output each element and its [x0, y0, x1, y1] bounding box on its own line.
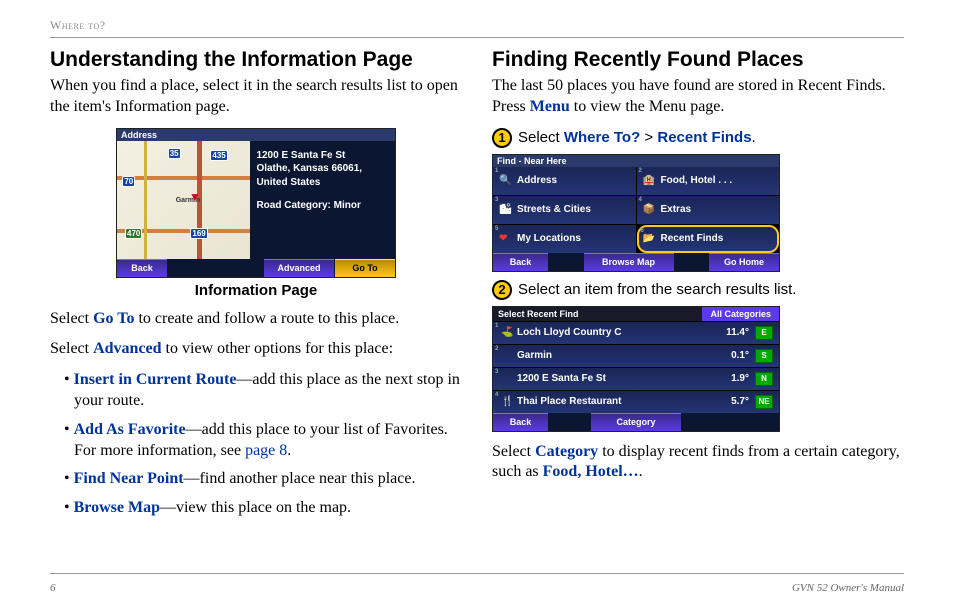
advanced-ref: Advanced: [93, 340, 161, 357]
list-item: Add As Favorite—add this place to your l…: [64, 420, 462, 462]
device-title-bar: Address: [117, 129, 395, 141]
category-paragraph: Select Category to display recent finds …: [492, 442, 904, 484]
right-column: Finding Recently Found Places The last 5…: [492, 48, 904, 527]
menu-extras[interactable]: 4📦Extras: [637, 196, 780, 224]
page-footer: 6 GVN 52 Owner's Manual: [50, 582, 904, 594]
list-item[interactable]: 1⛳Loch Lloyd Country C11.4°E: [493, 321, 779, 344]
address-line: 1200 E Santa Fe St: [256, 149, 389, 163]
magnifier-icon: 🔍: [499, 175, 513, 187]
map-preview: 70 435 169 470 35 Garmin ▼: [117, 141, 250, 259]
go-home-button[interactable]: Go Home: [709, 253, 779, 271]
address-detail-pane: 1200 E Santa Fe St Olathe, Kansas 66061,…: [250, 141, 395, 259]
category-button[interactable]: Category: [591, 413, 681, 431]
back-button[interactable]: Back: [117, 259, 167, 277]
list-item: Insert in Current Route—add this place a…: [64, 370, 462, 412]
goto-button[interactable]: Go To: [335, 259, 395, 277]
footer-rule: [50, 573, 904, 574]
city-icon: 🏙: [499, 204, 513, 216]
menu-address[interactable]: 1🔍Address: [493, 167, 636, 195]
all-categories-button[interactable]: All Categories: [702, 307, 779, 321]
menu-my-locations[interactable]: 5❤My Locations: [493, 225, 636, 253]
flag-icon: ⛳: [501, 327, 513, 338]
page-link[interactable]: page 8: [245, 442, 287, 459]
left-heading: Understanding the Information Page: [50, 48, 462, 72]
shield-icon: 470: [125, 228, 142, 239]
list-item[interactable]: 4🍴Thai Place Restaurant5.7°NE: [493, 390, 779, 413]
advanced-button[interactable]: Advanced: [264, 259, 334, 277]
manual-title: GVN 52 Owner's Manual: [792, 582, 904, 594]
road-category: Road Category: Minor: [256, 199, 389, 213]
shield-icon: 435: [210, 150, 227, 161]
extras-icon: 📦: [643, 204, 657, 216]
browse-map-button[interactable]: Browse Map: [584, 253, 674, 271]
left-column: Understanding the Information Page When …: [50, 48, 462, 527]
fork-icon: 🍴: [501, 396, 513, 407]
goto-ref: Go To: [93, 310, 134, 327]
menu-food-hotel[interactable]: 2🏨Food, Hotel . . .: [637, 167, 780, 195]
list-item[interactable]: 2Garmin0.1°S: [493, 344, 779, 367]
direction-icon: E: [755, 326, 773, 340]
recent-finds-screenshot: Select Recent Find All Categories 1⛳Loch…: [492, 306, 780, 432]
device-title-bar: Find - Near Here: [493, 155, 779, 167]
map-pin-icon: ▼: [189, 190, 201, 204]
options-list: Insert in Current Route—add this place a…: [50, 370, 462, 519]
direction-icon: N: [755, 372, 773, 386]
advanced-paragraph: Select Advanced to view other options fo…: [50, 339, 462, 360]
find-menu-screenshot: Find - Near Here 1🔍Address 2🏨Food, Hotel…: [492, 154, 780, 272]
list-item: Browse Map—view this place on the map.: [64, 498, 462, 519]
shield-icon: 35: [168, 148, 181, 159]
screenshot-caption: Information Page: [50, 282, 462, 299]
shield-icon: 169: [190, 228, 207, 239]
shield-icon: 70: [122, 176, 135, 187]
back-button[interactable]: Back: [493, 253, 548, 271]
step-2: 2 Select an item from the search results…: [492, 280, 904, 300]
section-header: Where to?: [50, 18, 904, 33]
right-intro: The last 50 places you have found are st…: [492, 76, 904, 118]
list-item: Find Near Point—find another place near …: [64, 469, 462, 490]
two-column-layout: Understanding the Information Page When …: [50, 48, 904, 527]
goto-paragraph: Select Go To to create and follow a rout…: [50, 309, 462, 330]
page-number: 6: [50, 582, 56, 594]
step-1: 1 Select Where To? > Recent Finds.: [492, 128, 904, 148]
left-intro: When you find a place, select it in the …: [50, 76, 462, 118]
back-button[interactable]: Back: [493, 413, 548, 431]
poi-icon: 🏨: [643, 175, 657, 187]
address-line: Olathe, Kansas 66061,: [256, 162, 389, 176]
heart-icon: ❤: [499, 233, 513, 245]
list-item[interactable]: 31200 E Santa Fe St1.9°N: [493, 367, 779, 390]
list-header: Select Recent Find All Categories: [493, 307, 779, 321]
direction-icon: S: [755, 349, 773, 363]
address-line: United States: [256, 176, 389, 190]
information-page-screenshot: Address 70 435 169 470 35 Garmin ▼ 1200 …: [116, 128, 396, 278]
step-number-icon: 2: [492, 280, 512, 300]
step-number-icon: 1: [492, 128, 512, 148]
right-heading: Finding Recently Found Places: [492, 48, 904, 72]
menu-streets[interactable]: 3🏙Streets & Cities: [493, 196, 636, 224]
menu-recent-finds[interactable]: 6📂Recent Finds: [637, 225, 780, 253]
direction-icon: NE: [755, 395, 773, 409]
folder-icon: 📂: [643, 233, 657, 245]
header-rule: [50, 37, 904, 38]
